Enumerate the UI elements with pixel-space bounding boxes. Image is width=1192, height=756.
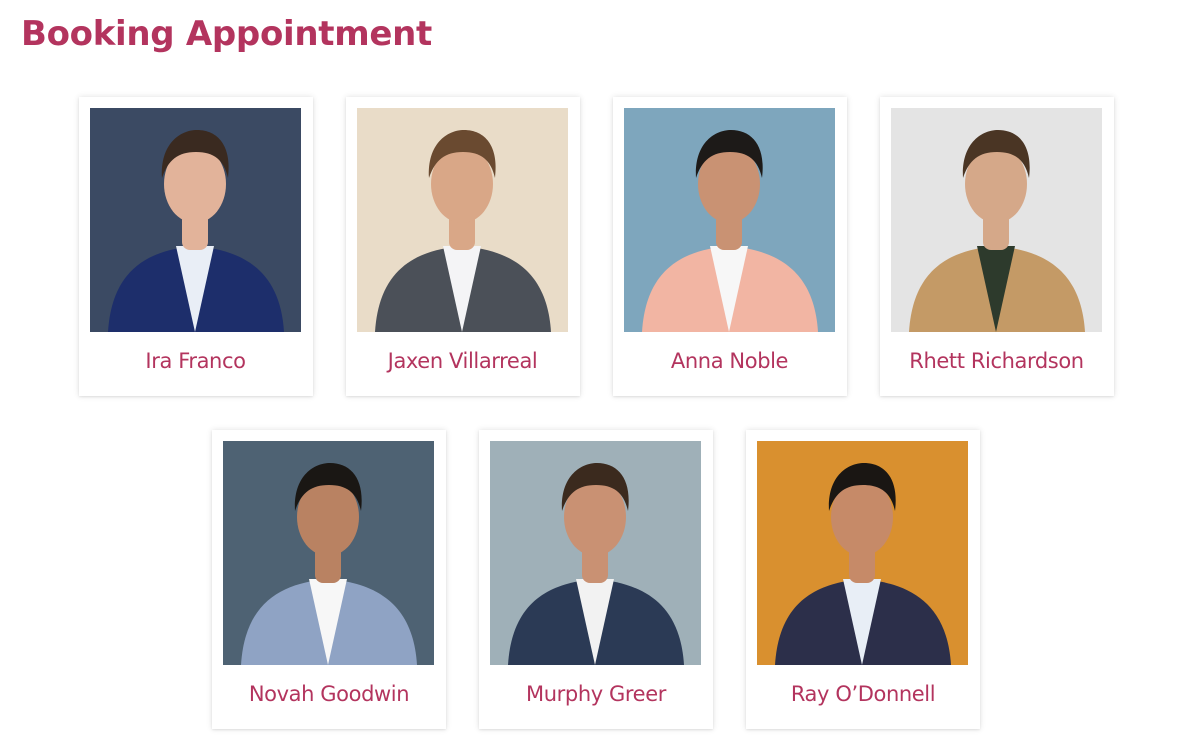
page-title: Booking Appointment bbox=[21, 14, 432, 54]
portrait-image bbox=[757, 441, 968, 665]
doctor-card[interactable]: Rhett Richardson bbox=[879, 97, 1114, 396]
doctor-name: Jaxen Villarreal bbox=[387, 349, 538, 373]
doctor-photo bbox=[490, 441, 701, 665]
doctor-name: Ray O’Donnell bbox=[790, 682, 936, 706]
doctor-row-2: Novah Goodwin Murphy Greer Ray O’Donnell bbox=[0, 430, 1192, 729]
portrait-image bbox=[356, 108, 568, 332]
doctor-name: Anna Noble bbox=[670, 349, 789, 373]
doctor-name: Novah Goodwin bbox=[248, 682, 410, 706]
portrait-image bbox=[890, 108, 1102, 332]
doctor-photo bbox=[757, 441, 968, 665]
doctor-row-1: Ira Franco Jaxen Villarreal Anna Noble R… bbox=[0, 97, 1192, 396]
doctor-photo bbox=[890, 108, 1102, 332]
doctor-card[interactable]: Ira Franco bbox=[78, 97, 313, 396]
portrait-image bbox=[223, 441, 434, 665]
doctor-photo bbox=[356, 108, 568, 332]
doctor-name: Rhett Richardson bbox=[909, 349, 1084, 373]
doctor-photo bbox=[623, 108, 835, 332]
doctor-photo bbox=[89, 108, 301, 332]
booking-page: Booking Appointment Ira Franco Jaxen Vil… bbox=[0, 0, 1192, 756]
portrait-image bbox=[623, 108, 835, 332]
doctor-card[interactable]: Murphy Greer bbox=[479, 430, 713, 729]
portrait-image bbox=[490, 441, 701, 665]
doctor-card[interactable]: Anna Noble bbox=[612, 97, 847, 396]
doctor-name: Murphy Greer bbox=[526, 682, 666, 706]
doctor-card[interactable]: Jaxen Villarreal bbox=[345, 97, 580, 396]
portrait-image bbox=[89, 108, 301, 332]
doctor-photo bbox=[223, 441, 434, 665]
doctor-card[interactable]: Novah Goodwin bbox=[212, 430, 446, 729]
doctor-name: Ira Franco bbox=[145, 349, 246, 373]
doctor-card[interactable]: Ray O’Donnell bbox=[746, 430, 980, 729]
